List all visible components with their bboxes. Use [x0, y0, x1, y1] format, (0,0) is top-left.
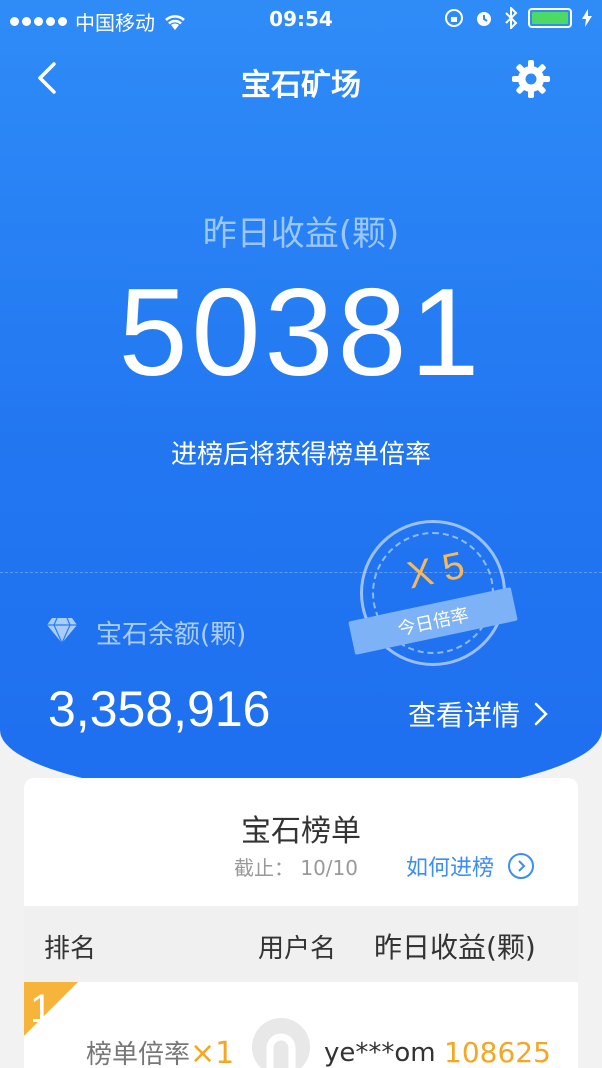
how-to-join-label: 如何进榜	[406, 856, 495, 881]
alarm-icon	[477, 12, 491, 26]
rotation-lock-icon	[445, 9, 463, 27]
avatar	[252, 1018, 310, 1068]
bluetooth-icon	[505, 7, 518, 29]
multiplier-seal: X 5 今日倍率	[346, 520, 522, 670]
table-row[interactable]: 1 榜单倍率×1 ye***om 108625	[24, 982, 578, 1068]
rank-badge: 1	[24, 982, 78, 1036]
diamond-icon	[47, 617, 77, 644]
hero-panel: 中国移动 09:54 宝石矿场 昨日收益(颗) 50381 进榜后将获得榜单倍率…	[0, 0, 602, 800]
column-header-rank: 排名	[44, 934, 97, 964]
leaderboard-title: 宝石榜单	[241, 814, 361, 849]
table-header: 排名 用户名 昨日收益(颗)	[24, 906, 578, 982]
how-to-join-link[interactable]: 如何进榜	[406, 850, 535, 882]
leaderboard-hint: 进榜后将获得榜单倍率	[170, 440, 431, 470]
yesterday-income-label: 昨日收益(颗)	[202, 214, 400, 254]
row-multiplier-value: ×1	[190, 1036, 235, 1068]
rank-number: 1	[30, 987, 52, 1031]
column-header-income: 昨日收益(颗)	[374, 931, 536, 964]
battery-icon	[528, 8, 572, 28]
balance-label: 宝石余额(颗)	[96, 620, 247, 650]
view-details-label: 查看详情	[408, 699, 521, 732]
column-header-username: 用户名	[258, 934, 337, 964]
status-bar: 中国移动 09:54	[0, 0, 602, 40]
row-username: ye***om	[324, 1038, 436, 1068]
status-right	[444, 7, 592, 29]
gear-icon[interactable]	[510, 58, 552, 100]
chevron-right-circle-icon	[508, 853, 535, 879]
charging-icon	[582, 9, 592, 27]
row-multiplier: 榜单倍率×1	[86, 1034, 234, 1068]
row-multiplier-label: 榜单倍率	[86, 1040, 191, 1068]
yesterday-income-value: 50381	[118, 264, 484, 402]
chevron-right-icon	[534, 702, 548, 726]
row-income: 108625	[444, 1036, 551, 1068]
balance-value: 3,358,916	[48, 681, 271, 737]
view-details-link[interactable]: 查看详情	[408, 694, 548, 734]
leaderboard-deadline: 截止： 10/10	[234, 856, 358, 880]
leaderboard-card: 宝石榜单 截止： 10/10 如何进榜 排名 用户名 昨日收益(颗) 1 榜单倍…	[24, 778, 578, 1068]
